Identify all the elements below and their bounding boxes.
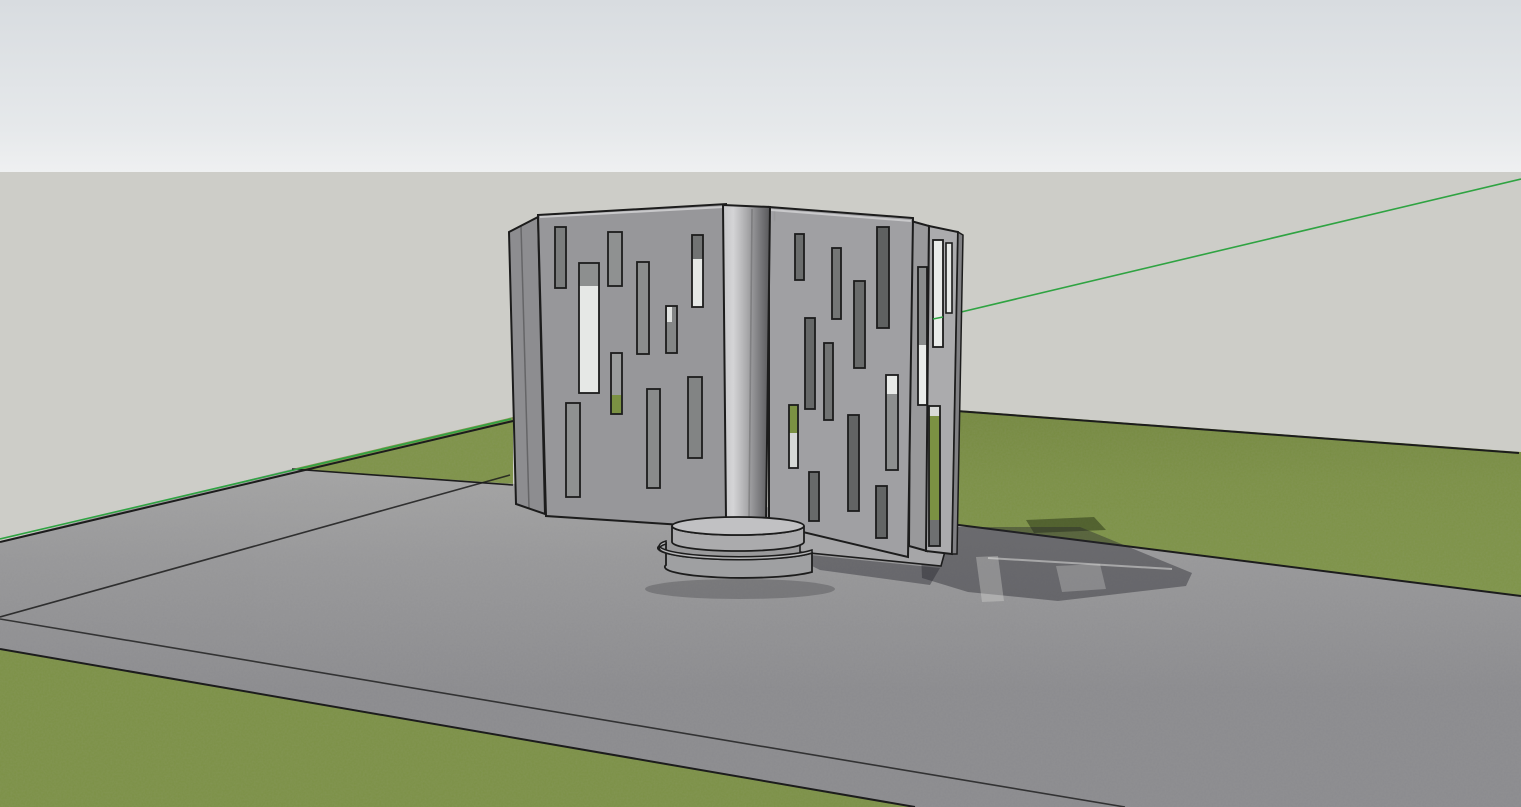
front-right-panel (769, 207, 913, 557)
slot (946, 243, 952, 313)
pedestal-step-upper-top (672, 517, 804, 535)
slot (877, 227, 889, 328)
slot (832, 248, 841, 319)
slot (608, 232, 622, 286)
slot (795, 234, 804, 280)
back-right-panel-2 (926, 226, 963, 554)
slot (805, 318, 815, 409)
slot (933, 240, 943, 347)
slot (647, 389, 660, 488)
shadow-light-gap (1056, 564, 1106, 592)
viewport-canvas[interactable] (0, 0, 1521, 807)
sky (0, 0, 1521, 173)
slot (688, 377, 702, 458)
slot (824, 343, 833, 420)
slot (555, 227, 566, 288)
model-viewport (0, 0, 1521, 807)
slot (876, 486, 887, 538)
pedestal-contact-shadow (645, 579, 835, 599)
slot (809, 472, 819, 521)
slot (848, 415, 859, 511)
slot (637, 262, 649, 354)
slot (854, 281, 865, 368)
slot (566, 403, 580, 497)
front-left-panel (538, 204, 729, 528)
sculpture-spine (723, 205, 770, 522)
